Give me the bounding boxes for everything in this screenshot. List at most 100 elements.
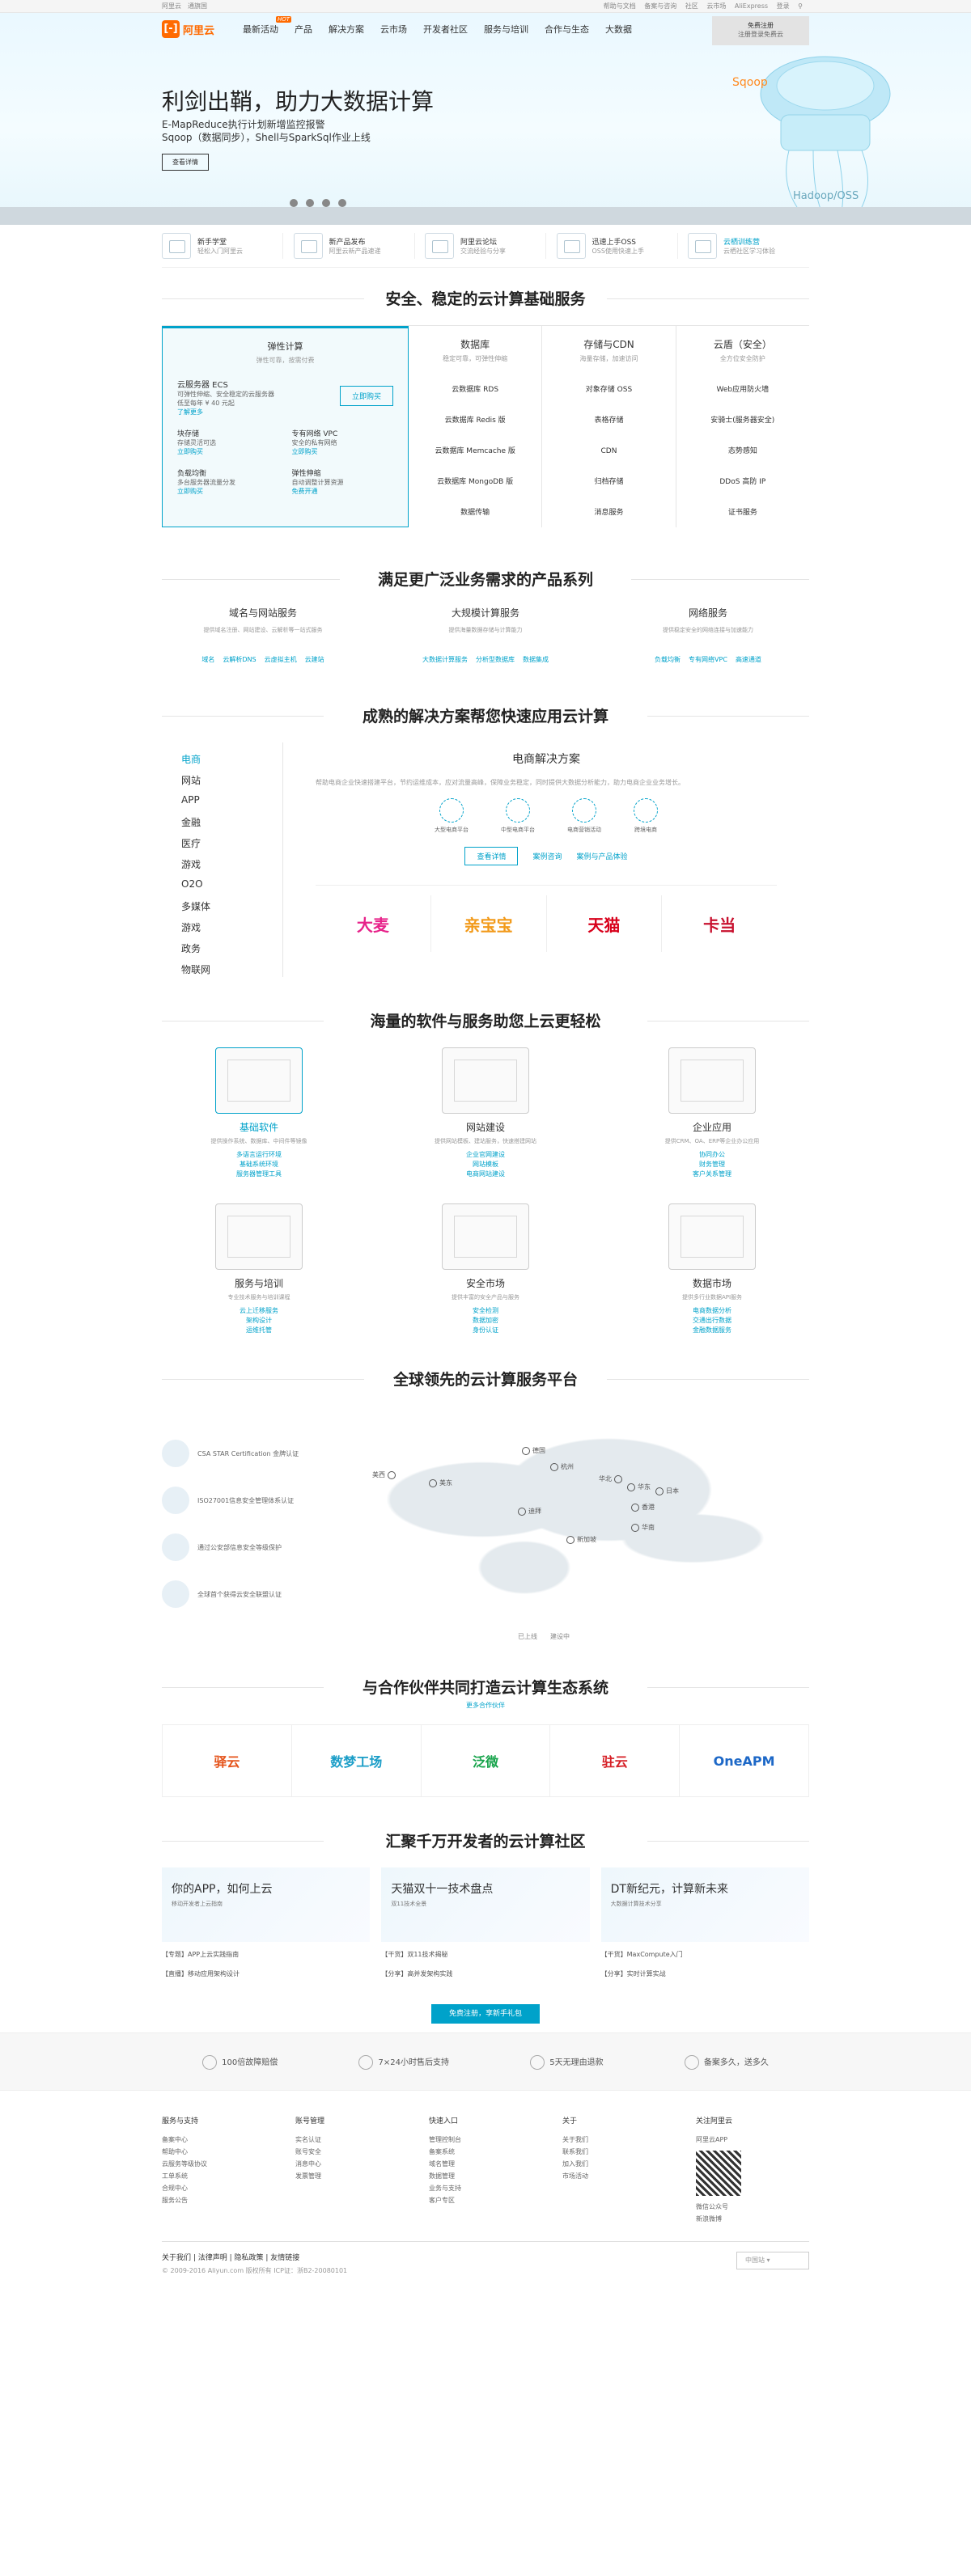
nav-item[interactable]: 开发者社区 xyxy=(423,23,468,36)
region-pin[interactable]: 美东 xyxy=(429,1478,452,1487)
nav-item[interactable]: 大数据 xyxy=(605,23,632,36)
service-item[interactable]: 块存储 存储灵活可选 立即购买 xyxy=(177,428,279,456)
feature-item[interactable]: 迅速上手OSS OSS使用快速上手 xyxy=(556,233,678,259)
service-link[interactable]: 云数据库 RDS xyxy=(413,374,536,405)
case-link[interactable]: 案例咨询 xyxy=(532,851,562,861)
solution-tab[interactable]: 物联网 xyxy=(181,962,263,983)
region-pin[interactable]: 华北 xyxy=(599,1474,622,1483)
region-pin[interactable]: 杭州 xyxy=(550,1462,574,1471)
service-link[interactable]: Web应用防火墙 xyxy=(681,374,804,405)
partner-logo[interactable]: 驻云 xyxy=(550,1725,681,1796)
region-pin[interactable]: 美西 xyxy=(372,1470,396,1479)
region-pin[interactable]: 德国 xyxy=(522,1446,545,1455)
solution-tab[interactable]: 多媒体 xyxy=(181,899,263,920)
software-item[interactable]: 服务与培训 专业技术服务与培训课程 云上迁移服务 架构设计 运维托管 xyxy=(162,1203,356,1335)
service-link[interactable]: 表格存储 xyxy=(547,405,670,436)
solution-tab[interactable]: 网站 xyxy=(181,773,263,794)
software-item[interactable]: 网站建设 提供网站模板、建站服务，快速搭建网站 企业官网建设 网站模板 电商网站建设 xyxy=(388,1047,583,1179)
nav-item[interactable]: 解决方案 xyxy=(329,23,364,36)
community-card[interactable]: 天猫双十一技术盘点 双11技术全景 【干货】双11技术揭秘 【分享】高并发架构实践 xyxy=(381,1867,590,1981)
topbar-link[interactable]: 登录 xyxy=(777,2,790,10)
register-button[interactable]: 免费注册，享新手礼包 xyxy=(430,2004,540,2024)
community-card[interactable]: 你的APP，如何上云 移动开发者上云指南 【专题】APP上云实践指南 【直播】移动应用… xyxy=(162,1867,371,1981)
service-link[interactable]: 云数据库 Memcache 版 xyxy=(413,436,536,467)
feature-item[interactable]: 新手学堂 轻松入门阿里云 xyxy=(162,233,283,259)
solution-tab[interactable]: 游戏 xyxy=(181,920,263,941)
service-link[interactable]: CDN xyxy=(547,436,670,467)
software-item[interactable]: 数据市场 提供多行业数据API服务 电商数据分析 交通出行数据 金融数据服务 xyxy=(615,1203,809,1335)
feature-item[interactable]: 新产品发布 阿里云新产品速递 xyxy=(293,233,415,259)
service-link[interactable]: 证书服务 xyxy=(681,497,804,528)
software-item[interactable]: 基础软件 提供操作系统、数据库、中间件等镜像 多语言运行环境 基础系统环境 服务器管理工… xyxy=(162,1047,356,1179)
service-link[interactable]: 消息服务 xyxy=(547,497,670,528)
region-pin[interactable]: 华东 xyxy=(627,1483,651,1491)
service-item[interactable]: 负载均衡 多台服务器流量分发 立即购买 xyxy=(177,467,279,496)
experience-link[interactable]: 案例与产品体验 xyxy=(577,851,628,861)
elastic-compute-card: 弹性计算 弹性可靠，按需付费 云服务器 ECS 可弹性伸缩、安全稳定的云服务器 低至… xyxy=(162,326,409,527)
service-link[interactable]: 云数据库 MongoDB 版 xyxy=(413,467,536,497)
topbar-link[interactable]: 备案与咨询 xyxy=(644,2,676,10)
service-link[interactable]: 数据传输 xyxy=(413,497,536,528)
footer-legal-links[interactable]: 关于我们 | 法律声明 | 隐私政策 | 友情链接 xyxy=(162,2252,809,2265)
topbar-link[interactable]: 通旗国 xyxy=(188,2,207,10)
nav-item[interactable]: 产品 xyxy=(295,23,312,36)
software-item[interactable]: 企业应用 提供CRM、OA、ERP等企业办公应用 协同办公 财务管理 客户关系管理 xyxy=(615,1047,809,1179)
topbar-link[interactable]: 阿里云 xyxy=(162,2,181,10)
partner-logo[interactable]: OneAPM xyxy=(680,1725,808,1796)
solution-tab[interactable]: 医疗 xyxy=(181,836,263,857)
topbar-link[interactable]: AliExpress xyxy=(735,2,768,10)
solution-tab[interactable]: 金融 xyxy=(181,815,263,836)
nav-item[interactable]: 最新活动 HOT xyxy=(243,16,291,36)
service-link[interactable]: 归档存储 xyxy=(547,467,670,497)
service-link[interactable]: 云数据库 Redis 版 xyxy=(413,405,536,436)
service-link[interactable]: DDoS 高防 IP xyxy=(681,467,804,497)
logo[interactable]: [-] 阿里云 xyxy=(162,20,243,38)
region-pin[interactable]: 香港 xyxy=(631,1503,655,1512)
promise-icon xyxy=(358,2055,374,2070)
nav-item[interactable]: 合作与生态 xyxy=(545,23,589,36)
solution-tab[interactable]: 游戏 xyxy=(181,857,263,878)
solution-tab[interactable]: APP xyxy=(181,794,263,815)
service-item[interactable]: 弹性伸缩 自动调整计算资源 免费开通 xyxy=(292,467,394,496)
region-pin[interactable]: 迪拜 xyxy=(518,1507,541,1516)
feature-icon xyxy=(162,233,191,259)
partner-logo[interactable]: 泛微 xyxy=(422,1725,551,1796)
hero-subtitle: E-MapReduce执行计划新增监控报警 Sqoop（数据同步），Shell与S… xyxy=(162,119,371,143)
more-partners-link[interactable]: 更多合作伙伴 xyxy=(162,1701,809,1710)
carousel-dot[interactable] xyxy=(322,199,330,207)
nav-item[interactable]: 服务与培训 xyxy=(484,23,528,36)
carousel-dot[interactable] xyxy=(290,199,298,207)
solution-tab[interactable]: 政务 xyxy=(181,941,263,962)
partner-logo[interactable]: 数梦工场 xyxy=(292,1725,422,1796)
search-icon[interactable]: ⚲ xyxy=(798,2,803,10)
carousel-dot[interactable] xyxy=(306,199,314,207)
footer-bottom: 关于我们 | 法律声明 | 隐私政策 | 友情链接 © 2009-2016 Al… xyxy=(162,2241,809,2278)
software-item[interactable]: 安全市场 提供丰富的安全产品与服务 安全检测 数据加密 身份认证 xyxy=(388,1203,583,1335)
logo-mark: [-] xyxy=(162,20,180,38)
solution-tab[interactable]: O2O xyxy=(181,878,263,899)
region-pin[interactable]: 日本 xyxy=(655,1487,679,1495)
partner-logo[interactable]: 驿云 xyxy=(163,1725,292,1796)
promise-icon xyxy=(684,2055,699,2070)
hero-detail-button[interactable]: 查看详情 xyxy=(162,154,209,171)
service-link[interactable]: 安骑士(服务器安全) xyxy=(681,405,804,436)
service-link[interactable]: 态势感知 xyxy=(681,436,804,467)
service-item[interactable]: 专有网络 VPC 安全的私有网络 立即购买 xyxy=(292,428,394,456)
nav-item[interactable]: 云市场 xyxy=(380,23,407,36)
learn-more-link[interactable]: 了解更多 xyxy=(177,408,274,417)
topbar-link[interactable]: 云市场 xyxy=(706,2,726,10)
carousel-dot[interactable] xyxy=(338,199,346,207)
buy-button[interactable]: 立即购买 xyxy=(339,386,393,406)
region-pin[interactable]: 华南 xyxy=(631,1523,655,1532)
copyright: © 2009-2016 Aliyun.com 版权所有 ICP证：浙B2-200… xyxy=(162,2267,348,2274)
topbar-link[interactable]: 社区 xyxy=(685,2,698,10)
view-detail-button[interactable]: 查看详情 xyxy=(464,847,519,865)
feature-item[interactable]: 阿里云论坛 交流经验与分享 xyxy=(425,233,546,259)
feature-item[interactable]: 云栖训练营 云栖社区学习体验 xyxy=(688,233,809,259)
solution-tab[interactable]: 电商 xyxy=(181,752,263,773)
service-link[interactable]: 对象存储 OSS xyxy=(547,374,670,405)
community-card[interactable]: DT新纪元，计算新未来 大数据计算技术分享 【干货】MaxCompute入门 【分享】… xyxy=(600,1867,809,1981)
topbar-link[interactable]: 帮助与文档 xyxy=(604,2,636,10)
language-select[interactable]: 中国站 ▾ xyxy=(736,2252,809,2269)
region-pin[interactable]: 新加坡 xyxy=(566,1535,596,1544)
